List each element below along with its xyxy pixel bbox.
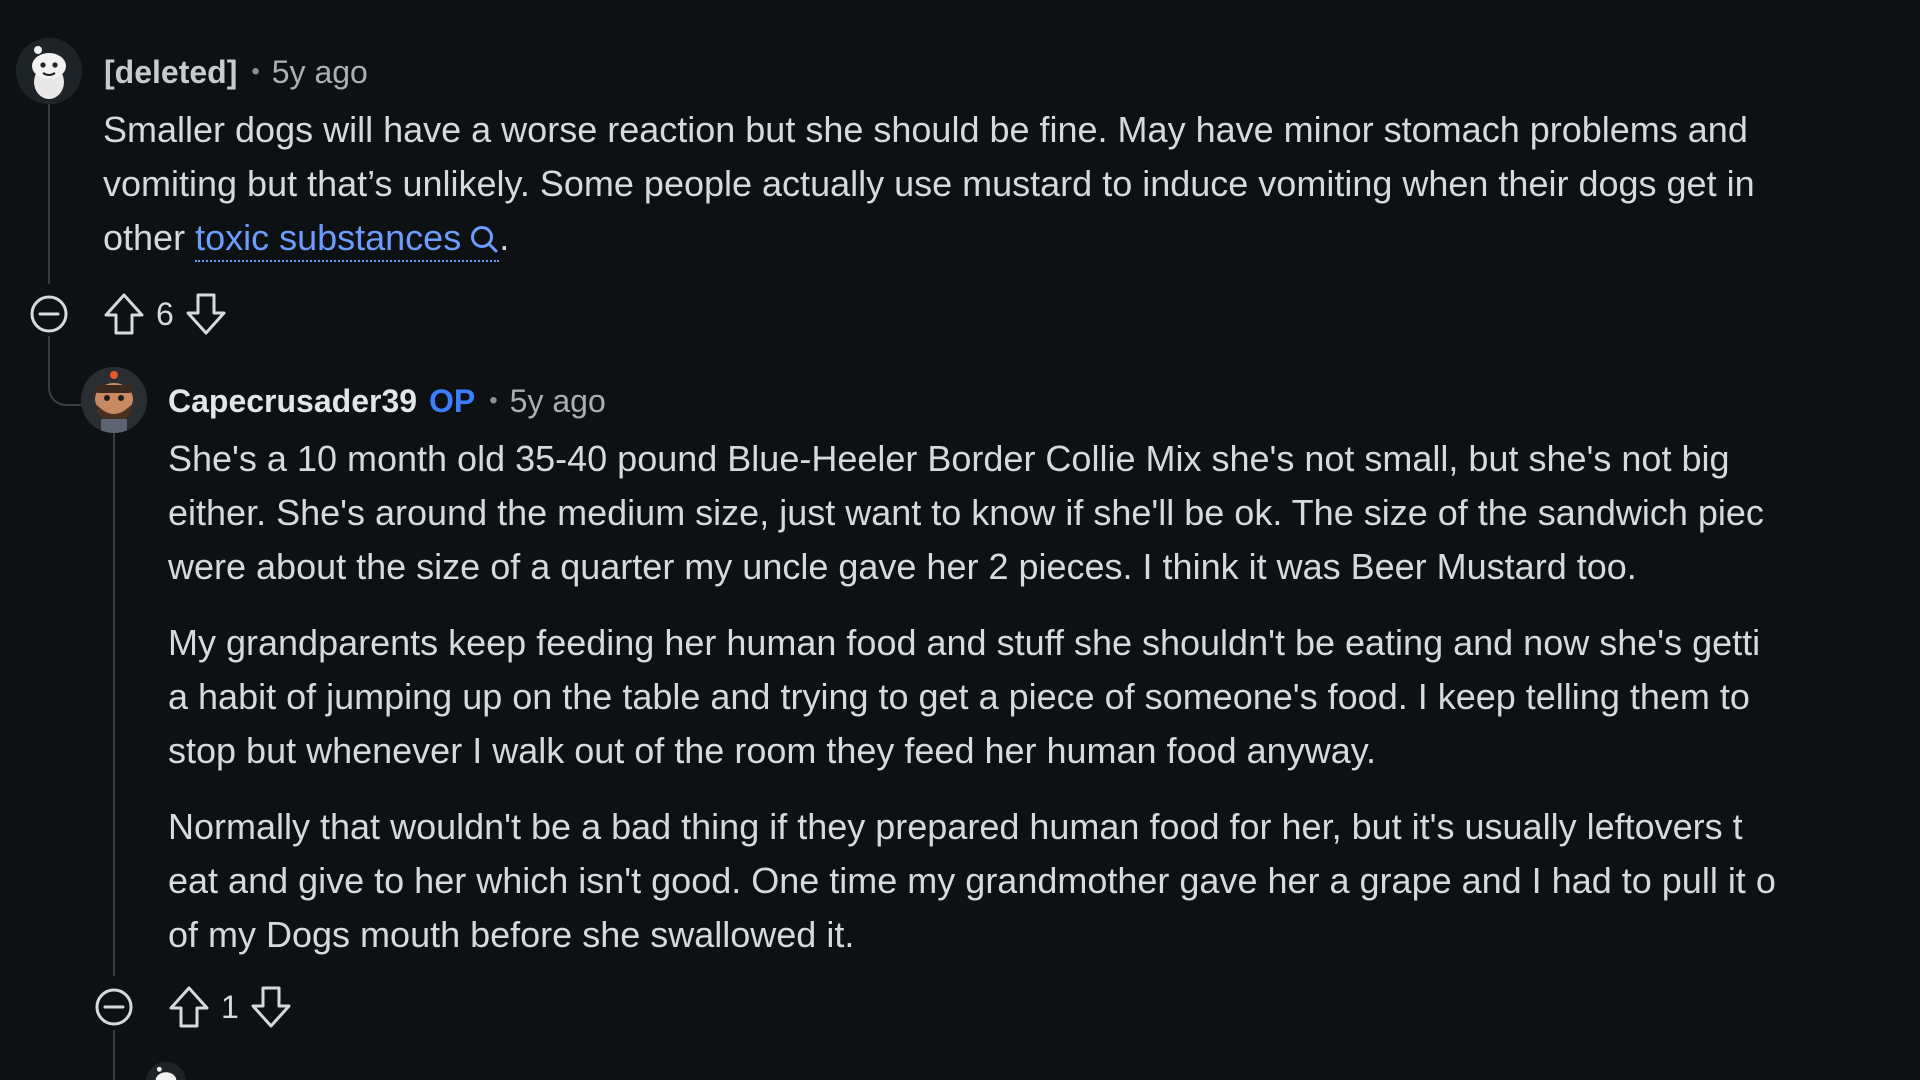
upvote-arrow-icon bbox=[169, 986, 209, 1028]
collapse-comment-2-button[interactable] bbox=[93, 986, 135, 1033]
comment-1-text: other bbox=[103, 217, 196, 258]
upvote-button[interactable] bbox=[102, 291, 146, 337]
comment-2-line: eat and give to her which isn't good. On… bbox=[168, 860, 1776, 901]
avatar-next-comment[interactable] bbox=[146, 1062, 186, 1080]
comment-2-line: either. She's around the medium size, ju… bbox=[168, 492, 1764, 533]
thread-line-2[interactable] bbox=[113, 432, 115, 976]
comment-2-author[interactable]: Capecrusader39 bbox=[168, 381, 417, 421]
comment-1-line: Smaller dogs will have a worse reaction … bbox=[103, 109, 1748, 150]
toxic-substances-search-link[interactable]: toxic substances bbox=[195, 217, 500, 262]
vote-score: 6 bbox=[156, 295, 174, 332]
comment-1-body: Smaller dogs will have a worse reaction … bbox=[103, 103, 1755, 269]
comment-2-line: She's a 10 month old 35-40 pound Blue-He… bbox=[168, 438, 1730, 479]
comment-2-line: My grandparents keep feeding her human f… bbox=[168, 622, 1761, 663]
comment-2-paragraph: She's a 10 month old 35-40 pound Blue-He… bbox=[168, 432, 1776, 594]
comment-2-meta: Capecrusader39 OP • 5y ago bbox=[168, 381, 606, 421]
comment-2-body: She's a 10 month old 35-40 pound Blue-He… bbox=[168, 432, 1776, 984]
downvote-button[interactable] bbox=[184, 291, 228, 337]
avatar-deleted[interactable] bbox=[16, 38, 82, 104]
comment-2-time[interactable]: 5y ago bbox=[510, 381, 606, 421]
collapse-minus-icon bbox=[30, 295, 68, 333]
comment-2-paragraph: Normally that wouldn't be a bad thing if… bbox=[168, 800, 1776, 962]
search-icon bbox=[469, 215, 499, 269]
snoo-avatar-icon bbox=[16, 38, 82, 104]
comment-1-line: other toxic substances. bbox=[103, 211, 1755, 269]
comment-2-line: stop but whenever I walk out of the room… bbox=[168, 730, 1377, 771]
upvote-button[interactable] bbox=[167, 984, 211, 1030]
downvote-arrow-icon bbox=[186, 293, 226, 335]
comment-thread: [deleted] • 5y ago Smaller dogs will hav… bbox=[0, 0, 1920, 1080]
downvote-button[interactable] bbox=[249, 984, 293, 1030]
meta-separator: • bbox=[489, 387, 498, 414]
comment-1-vote-bar: 6 bbox=[102, 290, 228, 338]
comment-1-author[interactable]: [deleted] bbox=[104, 52, 237, 92]
comment-2-vote-bar: 1 bbox=[167, 983, 293, 1031]
comment-1-time[interactable]: 5y ago bbox=[272, 52, 368, 92]
user-avatar-icon bbox=[81, 367, 147, 433]
thread-line-3 bbox=[113, 1030, 115, 1080]
collapse-comment-1-button[interactable] bbox=[28, 293, 70, 340]
comment-2-line: Normally that wouldn't be a bad thing if… bbox=[168, 806, 1743, 847]
upvote-arrow-icon bbox=[104, 293, 144, 335]
comment-1-meta: [deleted] • 5y ago bbox=[104, 52, 368, 92]
comment-2-line: were about the size of a quarter my uncl… bbox=[168, 546, 1637, 587]
avatar-capecrusader39[interactable] bbox=[81, 367, 147, 433]
op-badge: OP bbox=[429, 383, 476, 419]
downvote-arrow-icon bbox=[251, 986, 291, 1028]
comment-2-paragraph: My grandparents keep feeding her human f… bbox=[168, 616, 1776, 778]
vote-score: 1 bbox=[221, 988, 239, 1025]
meta-separator: • bbox=[251, 58, 260, 85]
thread-line-1[interactable] bbox=[48, 104, 50, 284]
snoo-avatar-icon bbox=[146, 1062, 186, 1080]
comment-2-line: a habit of jumping up on the table and t… bbox=[168, 676, 1750, 717]
comment-1-line: vomiting but that’s unlikely. Some peopl… bbox=[103, 163, 1755, 204]
collapse-minus-icon bbox=[95, 988, 133, 1026]
comment-2-line: of my Dogs mouth before she swallowed it… bbox=[168, 914, 855, 955]
comment-1-punctuation: . bbox=[499, 217, 510, 258]
link-text: toxic substances bbox=[195, 217, 462, 258]
